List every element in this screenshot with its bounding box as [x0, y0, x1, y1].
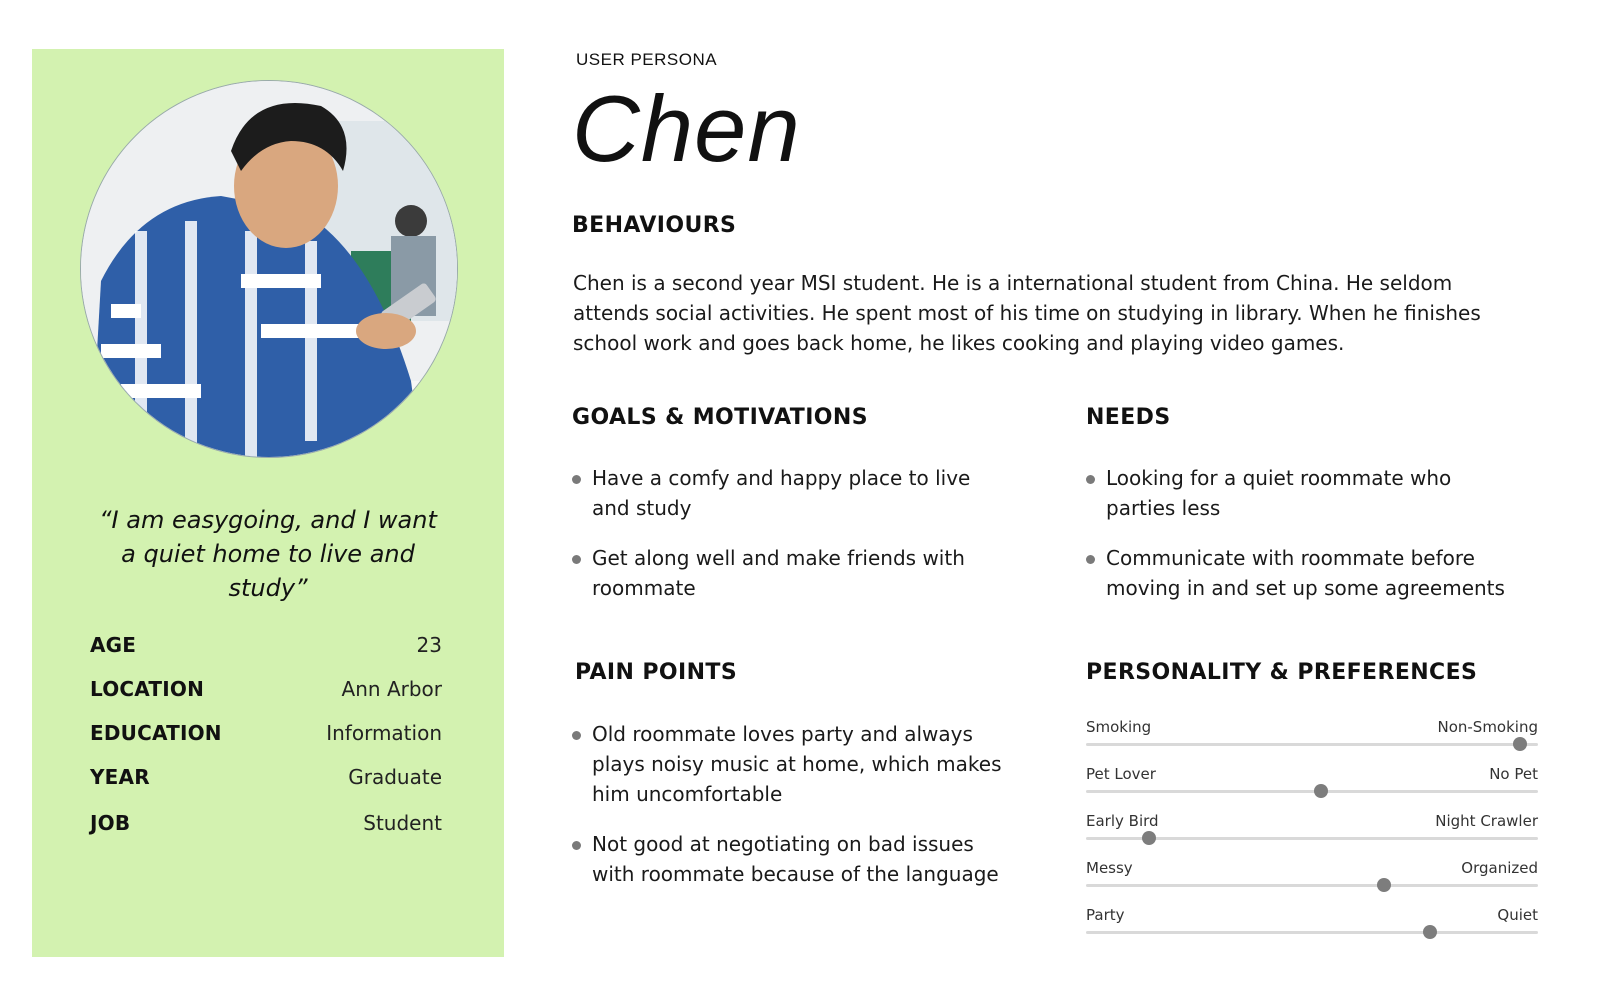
slider-right-label: Night Crawler [1435, 812, 1538, 830]
slider-thumb[interactable] [1142, 831, 1157, 845]
bullet-dot-icon [572, 841, 581, 850]
info-row-year: YEAR Graduate [90, 762, 442, 792]
slider-labels: Smoking Non-Smoking [1086, 718, 1538, 736]
info-key: AGE [90, 633, 137, 657]
list-item: Communicate with roommate before moving … [1086, 543, 1526, 603]
preference-slider[interactable]: Party Quiet [1086, 906, 1538, 944]
slider-track[interactable] [1086, 931, 1538, 934]
info-value: Graduate [348, 765, 442, 789]
slider-right-label: Non-Smoking [1437, 718, 1538, 736]
bullet-dot-icon [572, 731, 581, 740]
info-key: EDUCATION [90, 721, 222, 745]
slider-labels: Party Quiet [1086, 906, 1538, 924]
bullet-dot-icon [572, 555, 581, 564]
pain-points-title: PAIN POINTS [575, 660, 738, 685]
persona-photo [80, 80, 458, 458]
slider-track[interactable] [1086, 884, 1538, 887]
preference-slider[interactable]: Early Bird Night Crawler [1086, 812, 1538, 850]
list-item-text: Have a comfy and happy place to live and… [592, 466, 971, 520]
needs-title: NEEDS [1086, 405, 1171, 430]
slider-labels: Early Bird Night Crawler [1086, 812, 1538, 830]
behaviours-title: BEHAVIOURS [572, 213, 737, 238]
persona-name: Chen [572, 76, 801, 181]
slider-left-label: Early Bird [1086, 812, 1159, 830]
list-item: Looking for a quiet roommate who parties… [1086, 463, 1526, 523]
info-row-age: AGE 23 [90, 630, 442, 660]
info-row-education: EDUCATION Information [90, 718, 442, 748]
slider-thumb[interactable] [1314, 784, 1329, 798]
list-item: Have a comfy and happy place to live and… [572, 463, 1012, 523]
list-item-text: Old roommate loves party and always play… [592, 722, 1002, 806]
slider-track[interactable] [1086, 743, 1538, 746]
slider-labels: Pet Lover No Pet [1086, 765, 1538, 783]
slider-thumb[interactable] [1377, 878, 1392, 892]
slider-thumb[interactable] [1512, 737, 1527, 751]
bullet-dot-icon [572, 475, 581, 484]
persona-eyebrow: USER PERSONA [576, 50, 718, 69]
slider-thumb[interactable] [1422, 925, 1437, 939]
bullet-dot-icon [1086, 475, 1095, 484]
slider-left-label: Pet Lover [1086, 765, 1156, 783]
preference-slider[interactable]: Pet Lover No Pet [1086, 765, 1538, 803]
list-item: Get along well and make friends with roo… [572, 543, 1012, 603]
preference-slider[interactable]: Messy Organized [1086, 859, 1538, 897]
list-item-text: Communicate with roommate before moving … [1106, 546, 1505, 600]
slider-left-label: Party [1086, 906, 1125, 924]
goals-list: Have a comfy and happy place to live and… [572, 463, 1012, 623]
info-row-job: JOB Student [90, 808, 442, 838]
needs-list: Looking for a quiet roommate who parties… [1086, 463, 1526, 623]
slider-labels: Messy Organized [1086, 859, 1538, 877]
info-value: Student [363, 811, 442, 835]
slider-right-label: Organized [1461, 859, 1538, 877]
bullet-dot-icon [1086, 555, 1095, 564]
slider-left-label: Smoking [1086, 718, 1152, 736]
goals-title: GOALS & MOTIVATIONS [572, 405, 868, 430]
pain-points-list: Old roommate loves party and always play… [572, 719, 1002, 909]
list-item-text: Not good at negotiating on bad issues wi… [592, 832, 999, 886]
persona-quote: “I am easygoing, and I want a quiet home… [99, 506, 437, 602]
slider-right-label: Quiet [1497, 906, 1538, 924]
preference-slider[interactable]: Smoking Non-Smoking [1086, 718, 1538, 756]
list-item: Not good at negotiating on bad issues wi… [572, 829, 1002, 889]
slider-track[interactable] [1086, 790, 1538, 793]
info-row-location: LOCATION Ann Arbor [90, 674, 442, 704]
slider-left-label: Messy [1086, 859, 1133, 877]
student-photo-illustration [81, 81, 457, 457]
behaviours-text: Chen is a second year MSI student. He is… [573, 271, 1481, 355]
list-item: Old roommate loves party and always play… [572, 719, 1002, 809]
info-value: 23 [416, 633, 442, 657]
persona-sidebar: “I am easygoing, and I want a quiet home… [32, 49, 504, 957]
info-key: JOB [90, 811, 131, 835]
info-key: YEAR [90, 765, 150, 789]
list-item-text: Looking for a quiet roommate who parties… [1106, 466, 1452, 520]
personality-title: PERSONALITY & PREFERENCES [1086, 660, 1478, 685]
info-key: LOCATION [90, 677, 205, 701]
slider-right-label: No Pet [1489, 765, 1538, 783]
list-item-text: Get along well and make friends with roo… [592, 546, 965, 600]
info-value: Ann Arbor [341, 677, 442, 701]
info-value: Information [326, 721, 442, 745]
